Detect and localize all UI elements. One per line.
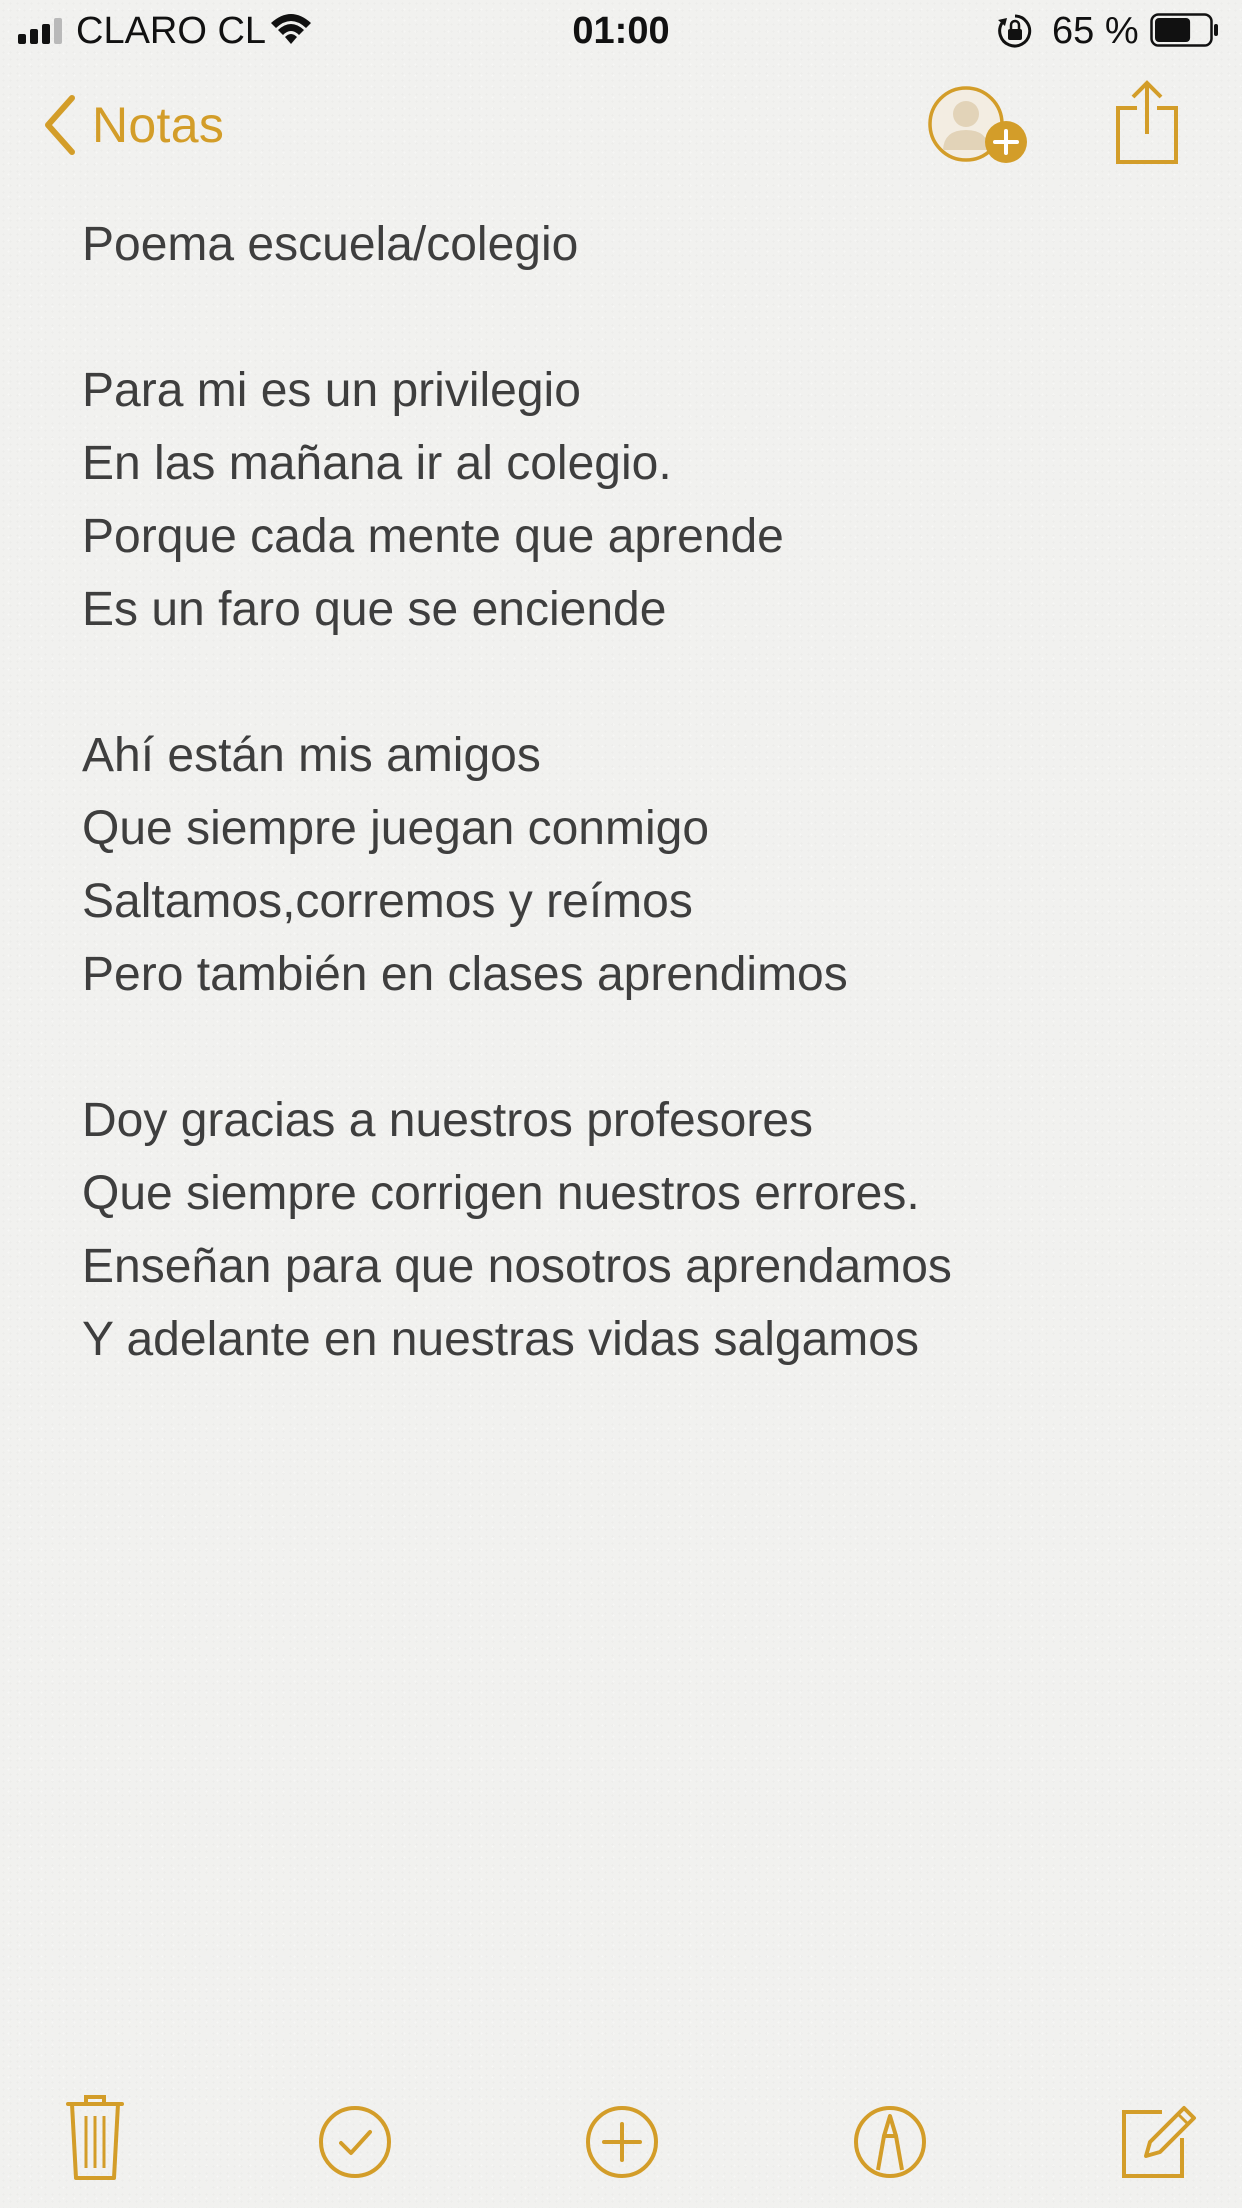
back-button-label: Notas [92, 97, 225, 153]
note-line [82, 646, 1182, 719]
note-line: Saltamos,corremos y reímos [82, 875, 693, 928]
back-button[interactable]: Notas [40, 90, 224, 160]
status-bar: CLARO CL 01:00 65 % [0, 0, 1242, 62]
note-line: En las mañana ir al colegio. [82, 437, 672, 490]
checklist-button[interactable] [310, 2090, 400, 2190]
add-icon [586, 2106, 658, 2178]
compose-icon [1122, 2106, 1196, 2178]
note-line: Que siempre juegan conmigo [82, 802, 710, 855]
add-people-icon[interactable] [926, 84, 1030, 168]
note-body[interactable]: Poema escuela/colegio Para mi es un priv… [82, 208, 1182, 1376]
battery-icon [1150, 13, 1218, 47]
trash-icon [66, 2095, 124, 2180]
chevron-left-icon [45, 95, 75, 155]
note-line: Poema escuela/colegio [82, 218, 579, 271]
orientation-lock-icon [998, 14, 1032, 48]
add-button[interactable] [577, 2090, 667, 2190]
note-line: Doy gracias a nuestros profesores [82, 1094, 814, 1147]
note-line: Y adelante en nuestras vidas salgamos [82, 1313, 919, 1366]
note-line: Ahí están mis amigos [82, 729, 541, 782]
markup-icon [854, 2106, 926, 2178]
note-line: Porque cada mente que aprende [82, 510, 784, 563]
markup-button[interactable] [845, 2090, 935, 2190]
note-line: Pero también en clases aprendimos [82, 948, 848, 1001]
note-line: Enseñan para que nosotros aprendamos [82, 1240, 952, 1293]
share-icon[interactable] [1112, 78, 1182, 166]
note-line: Es un faro que se enciende [82, 583, 667, 636]
note-line: Para mi es un privilegio [82, 364, 581, 417]
delete-button[interactable] [50, 2090, 140, 2190]
battery-percent: 65 % [1052, 10, 1139, 52]
note-line: Que siempre corrigen nuestros errores. [82, 1167, 920, 1220]
checklist-icon [319, 2106, 391, 2178]
note-line [82, 281, 1182, 354]
bottom-toolbar [0, 2090, 1242, 2190]
note-line [82, 1011, 1182, 1084]
compose-button[interactable] [1110, 2090, 1200, 2190]
